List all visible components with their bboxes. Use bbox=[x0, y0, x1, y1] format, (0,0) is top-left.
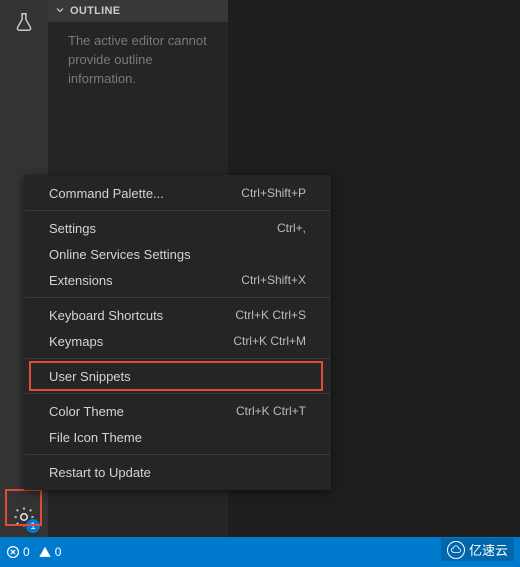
menu-user-snippets[interactable]: User Snippets bbox=[25, 363, 330, 389]
warning-icon bbox=[38, 545, 52, 559]
menu-label: Keyboard Shortcuts bbox=[49, 308, 163, 323]
menu-label: Restart to Update bbox=[49, 465, 151, 480]
menu-separator bbox=[25, 393, 330, 394]
status-errors[interactable]: 0 bbox=[6, 545, 30, 559]
menu-shortcut: Ctrl+K Ctrl+S bbox=[235, 308, 306, 322]
menu-online-services-settings[interactable]: Online Services Settings bbox=[25, 241, 330, 267]
outline-title: OUTLINE bbox=[70, 5, 120, 17]
menu-label: Keymaps bbox=[49, 334, 103, 349]
beaker-icon[interactable] bbox=[0, 0, 48, 44]
menu-shortcut: Ctrl+Shift+X bbox=[241, 273, 306, 287]
menu-shortcut: Ctrl+, bbox=[277, 221, 306, 235]
menu-color-theme[interactable]: Color Theme Ctrl+K Ctrl+T bbox=[25, 398, 330, 424]
manage-context-menu: Command Palette... Ctrl+Shift+P Settings… bbox=[24, 175, 331, 490]
watermark: 亿速云 bbox=[441, 538, 514, 561]
menu-label: Settings bbox=[49, 221, 96, 236]
menu-file-icon-theme[interactable]: File Icon Theme bbox=[25, 424, 330, 450]
status-warnings[interactable]: 0 bbox=[38, 545, 62, 559]
outline-empty-message: The active editor cannot provide outline… bbox=[48, 22, 228, 99]
menu-separator bbox=[25, 297, 330, 298]
menu-label: Color Theme bbox=[49, 404, 124, 419]
menu-shortcut: Ctrl+Shift+P bbox=[241, 186, 306, 200]
menu-separator bbox=[25, 454, 330, 455]
annotation-highlight-gear bbox=[5, 489, 42, 526]
menu-settings[interactable]: Settings Ctrl+, bbox=[25, 215, 330, 241]
menu-label: Online Services Settings bbox=[49, 247, 191, 262]
menu-separator bbox=[25, 210, 330, 211]
menu-command-palette[interactable]: Command Palette... Ctrl+Shift+P bbox=[25, 180, 330, 206]
chevron-down-icon bbox=[54, 4, 66, 19]
menu-shortcut: Ctrl+K Ctrl+T bbox=[236, 404, 306, 418]
menu-label: User Snippets bbox=[49, 369, 131, 384]
error-icon bbox=[6, 545, 20, 559]
menu-label: File Icon Theme bbox=[49, 430, 142, 445]
menu-keymaps[interactable]: Keymaps Ctrl+K Ctrl+M bbox=[25, 328, 330, 354]
menu-extensions[interactable]: Extensions Ctrl+Shift+X bbox=[25, 267, 330, 293]
watermark-text: 亿速云 bbox=[469, 540, 508, 559]
menu-keyboard-shortcuts[interactable]: Keyboard Shortcuts Ctrl+K Ctrl+S bbox=[25, 302, 330, 328]
menu-separator bbox=[25, 358, 330, 359]
status-warning-count: 0 bbox=[55, 545, 62, 559]
outline-section-header[interactable]: OUTLINE bbox=[48, 0, 228, 22]
status-error-count: 0 bbox=[23, 545, 30, 559]
menu-shortcut: Ctrl+K Ctrl+M bbox=[233, 334, 306, 348]
cloud-icon bbox=[447, 541, 465, 559]
menu-restart-to-update[interactable]: Restart to Update bbox=[25, 459, 330, 485]
menu-label: Command Palette... bbox=[49, 186, 164, 201]
menu-label: Extensions bbox=[49, 273, 113, 288]
